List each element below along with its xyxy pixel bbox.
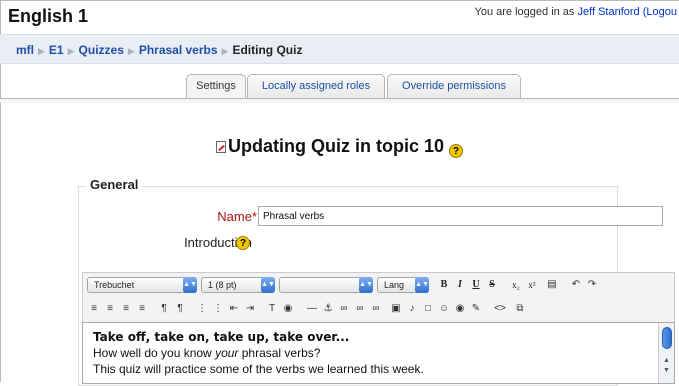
clean-word-icon[interactable]: ▤	[545, 278, 559, 292]
tab-panel-top	[0, 99, 679, 103]
course-title: English 1	[8, 6, 89, 26]
indent-icon[interactable]: ⇥	[243, 302, 257, 316]
tab-locally-assigned-roles[interactable]: Locally assigned roles	[247, 74, 385, 98]
breadcrumb-separator-icon: ▶	[38, 46, 45, 56]
content-line-2: How well do you know your phrasal verbs?	[93, 345, 424, 361]
editor-content: Take off, take on, take up, take over...…	[93, 329, 424, 377]
lang-value: Lang	[384, 280, 405, 290]
ordered-list-icon[interactable]: ⋮	[195, 302, 209, 316]
horizontal-rule-icon[interactable]: —	[305, 302, 319, 316]
login-info: You are logged in as Jeff Stanford (Logo…	[475, 6, 677, 18]
background-color-icon[interactable]: ◉	[281, 302, 295, 316]
content-line-2-em: your	[215, 346, 239, 360]
content-line-1: Take off, take on, take up, take over...	[93, 330, 350, 344]
content-line-3: This quiz will practice some of the verb…	[93, 362, 424, 376]
font-size-select[interactable]: 1 (8 pt) ▲▼	[201, 277, 275, 293]
page-heading: Updating Quiz in topic 10 ?	[0, 136, 679, 158]
align-right-icon[interactable]: ≡	[119, 302, 133, 316]
editor-toolbar-row-2: ≡ ≡ ≡ ≡ ¶ ¶ ⋮ ⋮ ⇤ ⇥ T ◉ — ⚓ ∞ ∞ ∞ ▣ ♪ □ …	[83, 299, 676, 319]
breadcrumb-separator-icon: ▶	[221, 46, 229, 56]
align-left-icon[interactable]: ≡	[87, 302, 101, 316]
chevron-down-icon: ▲▼	[261, 277, 275, 293]
font-family-value: Trebuchet	[94, 280, 135, 290]
strikethrough-icon[interactable]: S	[485, 277, 499, 293]
name-field[interactable]	[258, 206, 663, 226]
font-family-select[interactable]: Trebuchet ▲▼	[87, 277, 197, 293]
fullscreen-icon[interactable]: ⧉	[513, 302, 527, 316]
format-select[interactable]: ▲▼	[279, 277, 373, 293]
nolink-icon[interactable]: ∞	[369, 302, 383, 316]
lang-select[interactable]: Lang ▲▼	[377, 277, 429, 293]
breadcrumb-separator-icon: ▶	[67, 46, 75, 56]
unlink-icon[interactable]: ∞	[353, 302, 367, 316]
page-title: Updating Quiz in topic 10	[227, 136, 444, 156]
special-char-icon[interactable]: ◉	[453, 302, 467, 316]
html-source-icon[interactable]: <>	[493, 302, 507, 316]
scroll-up-icon[interactable]: ▲	[663, 357, 670, 364]
text-color-icon[interactable]: T	[265, 302, 279, 316]
italic-icon[interactable]: I	[453, 277, 467, 293]
editor-content-area[interactable]: Take off, take on, take up, take over...…	[82, 322, 675, 384]
underline-icon[interactable]: U	[469, 277, 483, 293]
smiley-icon[interactable]: ☺	[437, 302, 451, 316]
tab-settings[interactable]: Settings	[186, 74, 246, 98]
chevron-down-icon: ▲▼	[415, 277, 429, 293]
fieldset-legend: General	[86, 177, 143, 192]
breadcrumb-item-quizzes[interactable]: Quizzes	[79, 43, 124, 57]
anchor-icon[interactable]: ⚓	[321, 302, 335, 316]
login-prefix: You are logged in as	[474, 6, 575, 18]
subscript-icon[interactable]: x₂	[509, 277, 523, 293]
tab-override-permissions[interactable]: Override permissions	[387, 74, 521, 98]
content-line-2-a: How well do you know	[93, 346, 216, 360]
chevron-down-icon: ▲▼	[359, 277, 373, 293]
name-label-text: Name	[217, 209, 252, 224]
scrollbar-thumb[interactable]	[662, 327, 672, 349]
name-label: Name*	[0, 209, 257, 224]
table-icon[interactable]: □	[421, 302, 435, 316]
introduction-help-icon[interactable]: ?	[236, 236, 250, 250]
breadcrumb-item-mfl[interactable]: mfl	[16, 43, 34, 57]
unordered-list-icon[interactable]: ⋮	[211, 302, 225, 316]
undo-icon[interactable]: ↶	[569, 278, 583, 292]
bold-icon[interactable]: B	[437, 277, 451, 293]
chevron-down-icon: ▲▼	[183, 277, 197, 293]
required-mark: *	[251, 209, 257, 224]
redo-icon[interactable]: ↷	[585, 278, 599, 292]
navbar: mfl ▶ E1 ▶ Quizzes ▶ Phrasal verbs ▶ Editing Qui…	[0, 34, 679, 64]
align-center-icon[interactable]: ≡	[103, 302, 117, 316]
superscript-icon[interactable]: x²	[525, 277, 539, 293]
breadcrumb-current: Editing Quiz	[232, 43, 303, 57]
introduction-label: Introduction	[0, 235, 252, 250]
link-icon[interactable]: ∞	[337, 302, 351, 316]
breadcrumb-separator-icon: ▶	[127, 46, 135, 56]
rtl-icon[interactable]: ¶	[173, 302, 187, 316]
ltr-icon[interactable]: ¶	[157, 302, 171, 316]
justify-icon[interactable]: ≡	[135, 302, 149, 316]
media-icon[interactable]: ♪	[405, 302, 419, 316]
editor-toolbar-row-1: Trebuchet ▲▼ 1 (8 pt) ▲▼ ▲▼ Lang ▲▼ B I U S…	[83, 275, 676, 295]
search-replace-icon[interactable]: ✎	[469, 302, 483, 316]
help-icon[interactable]: ?	[449, 144, 463, 158]
breadcrumb-item-phrasal-verbs[interactable]: Phrasal verbs	[139, 43, 218, 57]
scroll-down-icon[interactable]: ▼	[663, 367, 670, 374]
font-size-value: 1 (8 pt)	[208, 280, 237, 290]
content-line-2-b: phrasal verbs?	[238, 346, 321, 360]
breadcrumb-item-e1[interactable]: E1	[49, 43, 64, 57]
breadcrumb: mfl ▶ E1 ▶ Quizzes ▶ Phrasal verbs ▶ Editing Qui…	[16, 43, 302, 57]
image-icon[interactable]: ▣	[389, 302, 403, 316]
editor-scrollbar[interactable]: ▲ ▼	[658, 323, 674, 383]
user-link[interactable]: Jeff Stanford	[578, 6, 640, 18]
quiz-icon	[215, 141, 226, 153]
logout-link[interactable]: (Logou	[643, 6, 677, 18]
outdent-icon[interactable]: ⇤	[227, 302, 241, 316]
